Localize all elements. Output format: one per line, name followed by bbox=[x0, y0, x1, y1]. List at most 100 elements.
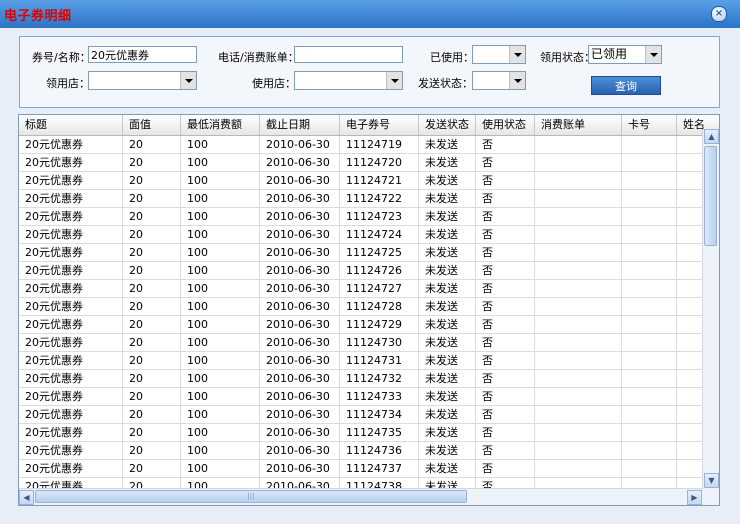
table-cell: 否 bbox=[476, 154, 535, 172]
chevron-down-icon[interactable] bbox=[180, 72, 196, 89]
table-cell: 11124732 bbox=[340, 370, 419, 388]
table-row[interactable]: 20元优惠券 20 100 2010-06-30 11124720 未发送否 bbox=[19, 154, 719, 172]
table-cell: 11124728 bbox=[340, 298, 419, 316]
table-row[interactable]: 20元优惠券 20 100 2010-06-30 11124731 未发送否 bbox=[19, 352, 719, 370]
table-row[interactable]: 20元优惠券 20 100 2010-06-30 11124733 未发送否 bbox=[19, 388, 719, 406]
table-cell: 未发送 bbox=[419, 370, 476, 388]
table-cell: 2010-06-30 bbox=[260, 298, 340, 316]
table-row[interactable]: 20元优惠券 20 100 2010-06-30 11124730 未发送否 bbox=[19, 334, 719, 352]
table-cell bbox=[622, 388, 677, 406]
table-cell: 否 bbox=[476, 226, 535, 244]
table-cell: 未发送 bbox=[419, 136, 476, 154]
column-header[interactable]: 消费账单 bbox=[535, 115, 622, 135]
chevron-down-icon[interactable] bbox=[509, 46, 525, 63]
table-row[interactable]: 20元优惠券 20 100 2010-06-30 11124726 未发送否 bbox=[19, 262, 719, 280]
used-select[interactable] bbox=[472, 45, 526, 64]
chevron-down-icon[interactable] bbox=[386, 72, 402, 89]
column-header[interactable]: 使用状态 bbox=[476, 115, 535, 135]
table-cell: 100 bbox=[181, 334, 260, 352]
table-cell: 100 bbox=[181, 262, 260, 280]
table-cell: 100 bbox=[181, 316, 260, 334]
table-cell bbox=[535, 370, 622, 388]
column-header[interactable]: 面值 bbox=[123, 115, 181, 135]
table-cell bbox=[622, 406, 677, 424]
horizontal-scroll-thumb[interactable]: ||| bbox=[35, 490, 467, 503]
scroll-left-icon[interactable]: ◀ bbox=[19, 490, 34, 505]
table-row[interactable]: 20元优惠券 20 100 2010-06-30 11124721 未发送否 bbox=[19, 172, 719, 190]
table-cell: 11124723 bbox=[340, 208, 419, 226]
table-row[interactable]: 20元优惠券 20 100 2010-06-30 11124732 未发送否 bbox=[19, 370, 719, 388]
scroll-up-icon[interactable]: ▲ bbox=[704, 129, 719, 144]
table-cell: 否 bbox=[476, 280, 535, 298]
table-cell: 20元优惠券 bbox=[19, 262, 123, 280]
table-cell: 11124722 bbox=[340, 190, 419, 208]
table-cell: 未发送 bbox=[419, 316, 476, 334]
column-header[interactable]: 截止日期 bbox=[260, 115, 340, 135]
table-cell: 11124733 bbox=[340, 388, 419, 406]
table-row[interactable]: 20元优惠券 20 100 2010-06-30 11124736 未发送否 bbox=[19, 442, 719, 460]
claim-store-label: 领用店： bbox=[46, 77, 90, 90]
table-cell: 否 bbox=[476, 406, 535, 424]
table-cell: 20 bbox=[123, 460, 181, 478]
vertical-scroll-thumb[interactable] bbox=[704, 146, 717, 246]
query-button[interactable]: 查询 bbox=[591, 76, 661, 95]
column-header[interactable]: 最低消费额 bbox=[181, 115, 260, 135]
table-row[interactable]: 20元优惠券 20 100 2010-06-30 11124727 未发送否 bbox=[19, 280, 719, 298]
claim-store-select[interactable] bbox=[88, 71, 197, 90]
send-status-select[interactable] bbox=[472, 71, 526, 90]
table-cell: 未发送 bbox=[419, 172, 476, 190]
table-cell: 100 bbox=[181, 154, 260, 172]
table-row[interactable]: 20元优惠券 20 100 2010-06-30 11124722 未发送否 bbox=[19, 190, 719, 208]
table-cell: 20 bbox=[123, 190, 181, 208]
column-header[interactable]: 卡号 bbox=[622, 115, 677, 135]
table-cell bbox=[622, 442, 677, 460]
table-cell: 11124725 bbox=[340, 244, 419, 262]
table-cell: 20 bbox=[123, 424, 181, 442]
table-row[interactable]: 20元优惠券 20 100 2010-06-30 11124729 未发送否 bbox=[19, 316, 719, 334]
table-row[interactable]: 20元优惠券 20 100 2010-06-30 11124725 未发送否 bbox=[19, 244, 719, 262]
table-cell: 否 bbox=[476, 334, 535, 352]
use-store-select[interactable] bbox=[294, 71, 403, 90]
coupon-input[interactable]: 20元优惠券 bbox=[88, 46, 197, 63]
column-header[interactable]: 电子券号 bbox=[340, 115, 419, 135]
claim-status-select[interactable]: 已领用 bbox=[588, 45, 662, 64]
table-cell: 否 bbox=[476, 316, 535, 334]
table-row[interactable]: 20元优惠券 20 100 2010-06-30 11124728 未发送否 bbox=[19, 298, 719, 316]
phone-input[interactable] bbox=[294, 46, 403, 63]
table-cell bbox=[535, 388, 622, 406]
scroll-right-icon[interactable]: ▶ bbox=[687, 490, 702, 505]
table-row[interactable]: 20元优惠券 20 100 2010-06-30 11124735 未发送否 bbox=[19, 424, 719, 442]
table-cell: 未发送 bbox=[419, 280, 476, 298]
table-cell: 2010-06-30 bbox=[260, 424, 340, 442]
table-cell bbox=[535, 316, 622, 334]
table-cell: 20元优惠券 bbox=[19, 244, 123, 262]
table-cell: 未发送 bbox=[419, 352, 476, 370]
table-row[interactable]: 20元优惠券 20 100 2010-06-30 11124719 未发送否 bbox=[19, 136, 719, 154]
table-row[interactable]: 20元优惠券 20 100 2010-06-30 11124723 未发送否 bbox=[19, 208, 719, 226]
phone-label: 电话/消费账单： bbox=[218, 51, 299, 64]
table-cell: 20元优惠券 bbox=[19, 460, 123, 478]
table-cell: 未发送 bbox=[419, 190, 476, 208]
scroll-down-icon[interactable]: ▼ bbox=[704, 473, 719, 488]
chevron-down-icon[interactable] bbox=[509, 72, 525, 89]
table-row[interactable]: 20元优惠券 20 100 2010-06-30 11124737 未发送否 bbox=[19, 460, 719, 478]
table-cell: 100 bbox=[181, 370, 260, 388]
table-cell: 20元优惠券 bbox=[19, 334, 123, 352]
table-cell bbox=[535, 298, 622, 316]
column-header[interactable]: 发送状态 bbox=[419, 115, 476, 135]
table-row[interactable]: 20元优惠券 20 100 2010-06-30 11124724 未发送否 bbox=[19, 226, 719, 244]
vertical-scrollbar[interactable] bbox=[702, 130, 719, 490]
chevron-down-icon[interactable] bbox=[645, 46, 661, 63]
table-cell bbox=[535, 334, 622, 352]
table-cell: 20 bbox=[123, 370, 181, 388]
horizontal-scrollbar[interactable]: ||| bbox=[19, 488, 703, 505]
table-cell bbox=[622, 172, 677, 190]
table-row[interactable]: 20元优惠券 20 100 2010-06-30 11124734 未发送否 bbox=[19, 406, 719, 424]
table-cell: 11124727 bbox=[340, 280, 419, 298]
table-cell: 2010-06-30 bbox=[260, 154, 340, 172]
table-cell: 未发送 bbox=[419, 406, 476, 424]
column-header[interactable]: 标题 bbox=[19, 115, 123, 135]
table-cell: 20 bbox=[123, 334, 181, 352]
table-cell: 100 bbox=[181, 388, 260, 406]
close-button[interactable]: × bbox=[711, 6, 727, 22]
